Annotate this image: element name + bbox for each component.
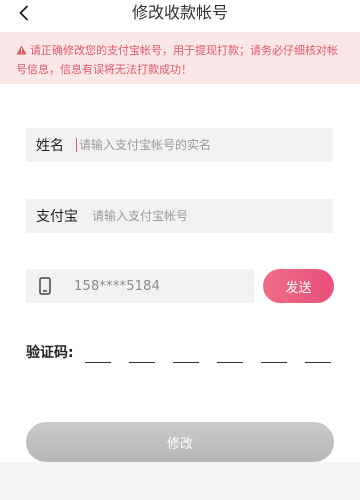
code-digit-5[interactable] <box>261 362 287 363</box>
warning-notice: 请正确修改您的支付宝帐号，用于提现打款；请务必仔细核对帐号信息，信息有误将无法打… <box>0 32 360 84</box>
submit-button[interactable]: 修改 <box>26 422 334 462</box>
bottom-band <box>0 462 360 500</box>
name-input[interactable] <box>76 138 333 152</box>
page-title: 修改收款帐号 <box>131 3 228 22</box>
code-digit-3[interactable] <box>173 362 199 363</box>
phone-icon <box>38 276 52 296</box>
alipay-input[interactable] <box>92 209 333 223</box>
code-digit-1[interactable] <box>85 362 111 363</box>
code-digit-4[interactable] <box>217 362 243 363</box>
name-field: 姓名 <box>26 128 333 162</box>
code-label: 验证码: <box>26 345 74 361</box>
code-digit-2[interactable] <box>129 362 155 363</box>
send-code-button[interactable]: 发送 <box>263 269 334 303</box>
name-label: 姓名 <box>36 138 64 154</box>
verification-code-row: 验证码: <box>26 340 336 368</box>
warning-triangle-icon <box>16 43 27 61</box>
code-digit-6[interactable] <box>305 362 331 363</box>
alipay-field: 支付宝 <box>26 199 333 233</box>
alipay-label: 支付宝 <box>36 209 78 225</box>
app-header: 修改收款帐号 <box>0 0 360 30</box>
phone-number: 158****5184 <box>74 278 161 294</box>
phone-field: 158****5184 <box>26 269 254 303</box>
notice-text: 请正确修改您的支付宝帐号，用于提现打款；请务必仔细核对帐号信息，信息有误将无法打… <box>16 44 338 76</box>
